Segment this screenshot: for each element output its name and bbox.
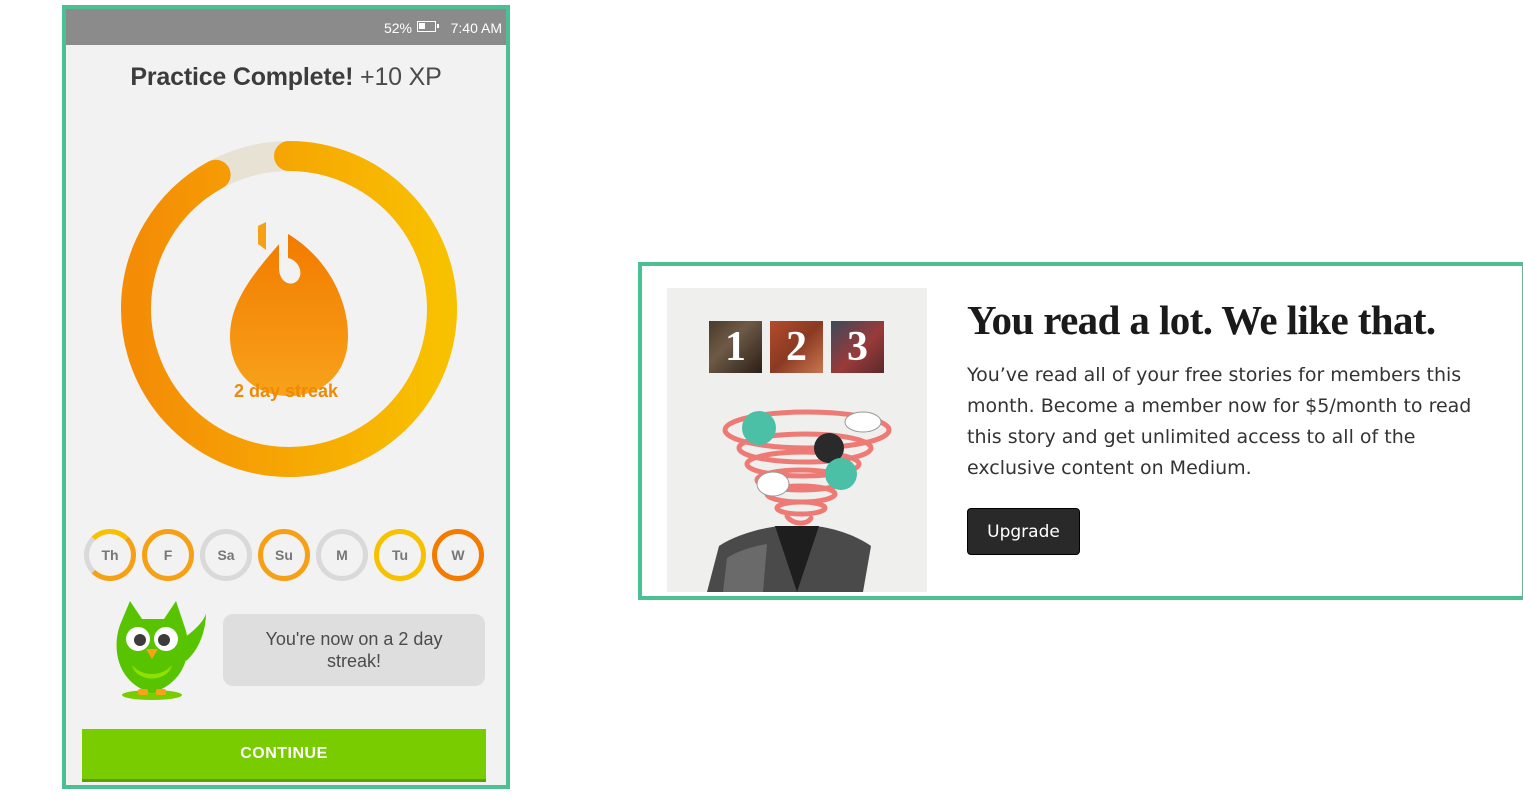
weekday-streak-row: Th F Sa Su M Tu W bbox=[84, 529, 504, 581]
day-label: W bbox=[451, 547, 465, 563]
owl-mascot-icon bbox=[116, 601, 206, 700]
status-bar: 52% 7:40 AM bbox=[66, 9, 506, 45]
day-circle-su: Su bbox=[258, 529, 310, 581]
day-label: Tu bbox=[391, 547, 409, 563]
battery-icon bbox=[417, 21, 439, 32]
streak-label: 2 day streak bbox=[233, 381, 339, 401]
flame-icon bbox=[230, 222, 348, 396]
day-circle-th: Th bbox=[84, 529, 136, 581]
duolingo-practice-complete-screen: 52% 7:40 AM Practice Complete! +10 XP 2 … bbox=[62, 5, 510, 789]
medium-paywall-card: 1 2 3 You read a lot. We like that. You’… bbox=[638, 262, 1523, 600]
paywall-headline: You read a lot. We like that. bbox=[967, 297, 1436, 343]
day-label: Su bbox=[275, 547, 293, 563]
paywall-illustration: 1 2 3 bbox=[667, 288, 927, 592]
continue-button[interactable]: CONTINUE bbox=[82, 729, 486, 779]
streak-progress-ring bbox=[121, 141, 457, 477]
day-circle-sa: Sa bbox=[200, 529, 252, 581]
day-circle-f: F bbox=[142, 529, 194, 581]
day-label: F bbox=[163, 547, 173, 563]
day-circle-m: M bbox=[316, 529, 368, 581]
speech-bubble: You're now on a 2 day streak! bbox=[223, 614, 485, 686]
battery-percentage: 52% bbox=[383, 20, 412, 36]
day-circle-w: W bbox=[432, 529, 484, 581]
day-label: Sa bbox=[217, 547, 235, 563]
status-time: 7:40 AM bbox=[450, 20, 502, 36]
upgrade-button[interactable]: Upgrade bbox=[967, 508, 1080, 555]
day-circle-tu: Tu bbox=[374, 529, 426, 581]
day-label: M bbox=[336, 547, 348, 563]
paywall-body-text: You’ve read all of your free stories for… bbox=[967, 364, 1472, 479]
xp-earned: +10 XP bbox=[360, 63, 442, 91]
page-title: Practice Complete! +10 XP bbox=[66, 63, 506, 92]
practice-complete-title: Practice Complete! bbox=[130, 63, 354, 91]
day-label: Th bbox=[101, 547, 119, 563]
tornado-figure-icon bbox=[707, 409, 892, 592]
